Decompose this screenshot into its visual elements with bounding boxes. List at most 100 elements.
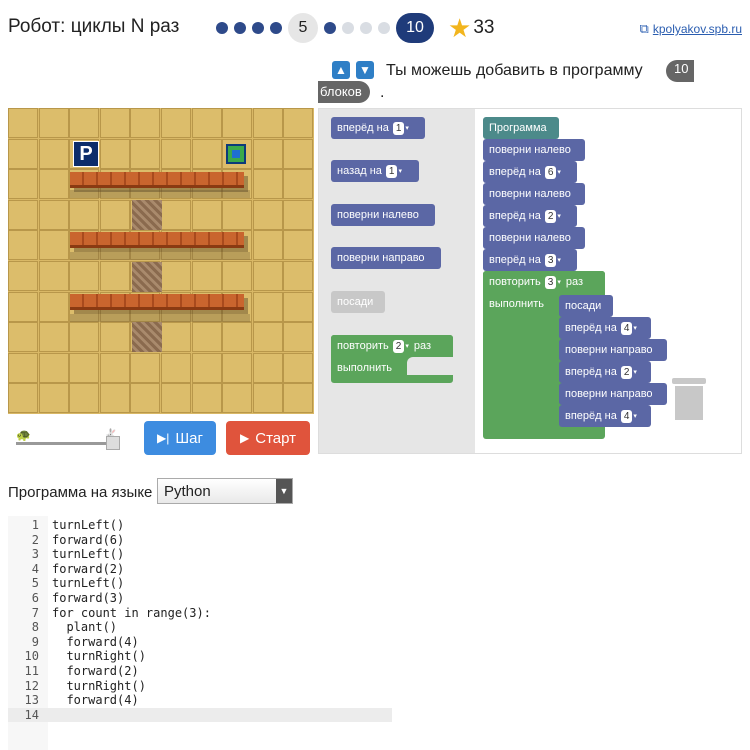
code-text[interactable]: turnLeft()	[52, 576, 124, 590]
field-cell	[191, 322, 222, 353]
field-cell	[38, 138, 69, 169]
code-text[interactable]: forward(4)	[52, 693, 138, 707]
code-line[interactable]: 4 forward(2)	[8, 562, 392, 577]
toolbox-turn-right-block[interactable]: поверни направо	[331, 247, 441, 269]
toolbox-forward-block[interactable]: вперёд на 1 ▾	[331, 117, 425, 139]
step-label: Шаг	[175, 429, 203, 447]
code-line[interactable]: 6 forward(3)	[8, 591, 392, 606]
wall-shadow	[70, 314, 250, 322]
field-cell	[69, 199, 100, 230]
line-number: 7	[31, 605, 39, 620]
program-loop-forward-3[interactable]: вперёд на 4 ▾	[559, 405, 651, 427]
toolbox-back-block[interactable]: назад на 1 ▾	[331, 160, 419, 182]
start-button[interactable]: ▶ Старт	[226, 421, 310, 455]
dropdown-arrow-icon: ▾	[557, 169, 561, 176]
code-line[interactable]: 11 forward(2)	[8, 664, 392, 679]
code-text[interactable]: forward(6)	[52, 533, 124, 547]
field-cell	[222, 108, 253, 138]
current-level-badge[interactable]: 5	[288, 13, 318, 43]
program-loop-forward-1[interactable]: вперёд на 4 ▾	[559, 317, 651, 339]
download-icon[interactable]: ▼	[356, 61, 374, 79]
field-cell	[38, 383, 69, 414]
trash-icon[interactable]	[672, 378, 706, 420]
code-text[interactable]: forward(3)	[52, 591, 124, 605]
field-cell	[69, 108, 100, 138]
code-text[interactable]: turnRight()	[52, 649, 145, 663]
field-cell	[69, 322, 100, 353]
code-line[interactable]: 7 for count in range(3):	[8, 606, 392, 621]
program-loop-turn-right-1[interactable]: поверни направо	[559, 339, 667, 361]
speed-track[interactable]	[16, 442, 116, 445]
code-editor[interactable]: 1 turnLeft() 2 forward(6) 3 turnLeft() 4 forwar…	[8, 516, 392, 750]
program-plant[interactable]: посади	[559, 295, 613, 317]
final-level-badge[interactable]: 10	[396, 13, 434, 43]
program-header-block[interactable]: Программа	[483, 117, 559, 139]
dropdown-arrow-icon: ▾	[405, 125, 409, 132]
field-cell	[191, 383, 222, 414]
program-turn-left-1[interactable]: поверни налево	[483, 139, 585, 161]
field-cell	[283, 169, 314, 200]
step-button[interactable]: ▶| Шаг	[144, 421, 216, 455]
site-link[interactable]: ⧉ kpolyakov.spb.ru	[640, 21, 742, 37]
code-line[interactable]: 14	[8, 707, 392, 723]
code-line[interactable]: 2 forward(6)	[8, 533, 392, 548]
score-count: 33	[473, 17, 495, 38]
program-turn-left-2[interactable]: поверни налево	[483, 183, 585, 205]
parking-icon: P	[73, 141, 99, 167]
code-line[interactable]: 5 turnLeft()	[8, 576, 392, 591]
code-text[interactable]: turnLeft()	[52, 547, 124, 561]
program-loop-turn-right-2[interactable]: поверни направо	[559, 383, 667, 405]
program-turn-left-3[interactable]: поверни налево	[483, 227, 585, 249]
program-repeat-header[interactable]: повторить 3 ▾ раз	[483, 271, 605, 293]
start-label: Старт	[255, 429, 296, 447]
level-dot-7[interactable]	[342, 22, 354, 34]
level-dot-4[interactable]	[270, 22, 282, 34]
speed-slider[interactable]: 🐢 🐇	[16, 428, 120, 450]
code-line[interactable]: 9 forward(4)	[8, 635, 392, 650]
program-loop-forward-2[interactable]: вперёд на 2 ▾	[559, 361, 651, 383]
level-dot-1[interactable]	[216, 22, 228, 34]
program-forward-1[interactable]: вперёд на 6 ▾	[483, 161, 577, 183]
field-cell	[99, 352, 130, 383]
code-text[interactable]: forward(2)	[52, 562, 124, 576]
open-folder-icon[interactable]: ▲	[332, 61, 350, 79]
language-selected: Python	[164, 483, 211, 500]
toolbox-turn-left-block[interactable]: поверни налево	[331, 204, 435, 226]
code-text[interactable]: plant()	[52, 620, 117, 634]
level-dot-6[interactable]	[324, 22, 336, 34]
code-text[interactable]: turnRight()	[52, 679, 145, 693]
code-line[interactable]: 8 plant()	[8, 620, 392, 635]
field-cell	[161, 261, 191, 291]
wall-shadow	[70, 190, 250, 198]
code-line[interactable]: 3 turnLeft()	[8, 547, 392, 562]
code-text[interactable]: for count in range(3):	[52, 606, 211, 620]
field-cell	[8, 169, 38, 200]
level-dot-8[interactable]	[360, 22, 372, 34]
code-line[interactable]: 10 turnRight()	[8, 649, 392, 664]
program-forward-3[interactable]: вперёд на 3 ▾	[483, 249, 577, 271]
code-text[interactable]: forward(2)	[52, 664, 138, 678]
toolbox-repeat-header[interactable]: повторить 2 ▾ раз	[331, 335, 453, 357]
level-dot-9[interactable]	[378, 22, 390, 34]
field-cell	[99, 108, 130, 138]
level-dot-3[interactable]	[252, 22, 264, 34]
line-number: 5	[31, 576, 39, 591]
program-forward-2[interactable]: вперёд на 2 ▾	[483, 205, 577, 227]
field-cell	[252, 352, 283, 383]
code-text[interactable]: turnLeft()	[52, 518, 124, 532]
field-cell	[222, 383, 253, 414]
language-select[interactable]: Python ▼	[157, 478, 293, 504]
code-line[interactable]: 1 turnLeft()	[8, 518, 392, 533]
line-number: 2	[31, 532, 39, 547]
code-text[interactable]: forward(4)	[52, 635, 138, 649]
line-number: 12	[24, 678, 39, 693]
dropdown-arrow-icon: ▾	[633, 325, 637, 332]
code-line[interactable]: 12 turnRight()	[8, 679, 392, 694]
site-link-text[interactable]: kpolyakov.spb.ru	[653, 22, 742, 36]
field-cell	[161, 383, 191, 414]
line-number: 13	[24, 693, 39, 708]
speed-handle[interactable]	[106, 436, 120, 450]
code-line[interactable]: 13 forward(4)	[8, 693, 392, 708]
field-cell	[99, 383, 130, 414]
level-dot-2[interactable]	[234, 22, 246, 34]
